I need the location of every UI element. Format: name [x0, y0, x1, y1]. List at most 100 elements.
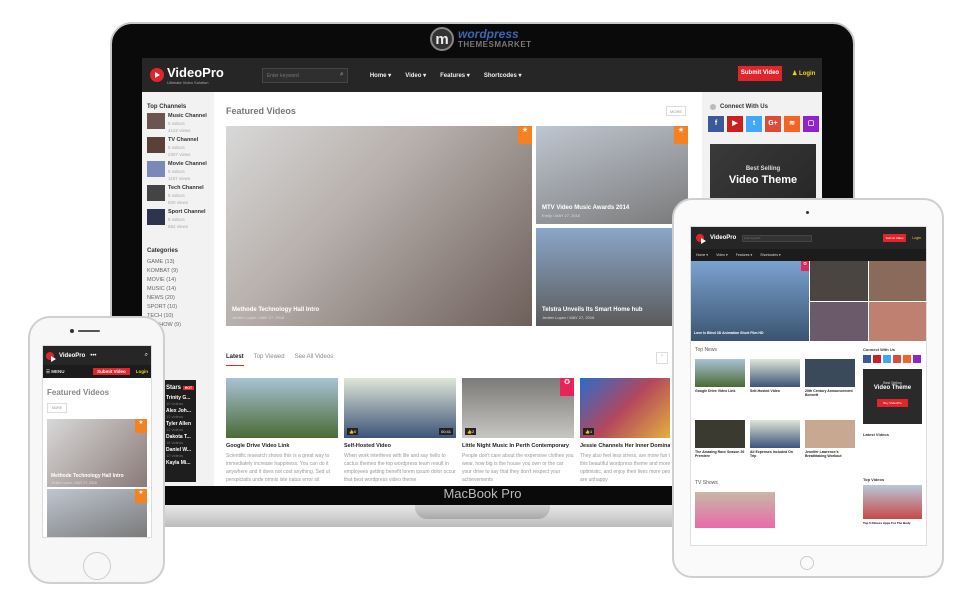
video-thumb[interactable] [226, 378, 338, 438]
video-title[interactable]: 20th Century Announcement Bonnett [805, 389, 855, 397]
nav-video[interactable]: Video ▾ [716, 253, 728, 257]
facebook-icon[interactable] [863, 355, 871, 363]
more-dots-icon[interactable]: ••• [90, 353, 96, 359]
top-video-thumb[interactable] [863, 485, 922, 519]
video-thumb[interactable]: 👍1 [580, 378, 670, 438]
video-title[interactable]: Methode Technology Hall Intro [51, 473, 124, 479]
video-title[interactable]: Google Drive Video Link [695, 389, 745, 393]
video-title[interactable]: Top 5 Fitness Apps For The Body [863, 521, 922, 525]
youtube-icon[interactable] [873, 355, 881, 363]
submit-video-button[interactable]: Submit Video [93, 368, 130, 375]
twitch-icon[interactable] [913, 355, 921, 363]
rss-icon[interactable]: ≋ [784, 116, 800, 132]
hero-video[interactable]: ✪ Love Is Blind 3D Animation Short Film … [691, 261, 809, 341]
menu-button[interactable]: ☰ MENU [46, 369, 65, 375]
channel-item[interactable]: TV Channel 8 videos 2307 views [147, 137, 214, 158]
search-icon[interactable]: ⌕ [340, 71, 344, 79]
video-thumb[interactable]: ✪ 👍2 [462, 378, 574, 438]
featured-video-main[interactable]: ★ Methode Technology Hall Intro Jenifer L… [226, 126, 532, 326]
nav-features[interactable]: Features ▾ [440, 72, 470, 79]
submit-video-button[interactable]: Submit Video [882, 234, 907, 242]
tv-show-thumb[interactable] [695, 492, 775, 528]
channel-thumb [147, 113, 165, 129]
twitch-icon[interactable]: ▢ [803, 116, 819, 132]
hero-thumb[interactable] [810, 301, 868, 341]
nav-home[interactable]: Home ▾ [370, 72, 391, 79]
category-link[interactable]: TECH (10) [147, 312, 214, 321]
category-link[interactable]: MOVIE (14) [147, 276, 214, 285]
video-title[interactable]: All Expenses Included On Trip [750, 450, 800, 458]
video-thumb[interactable] [805, 359, 855, 387]
nav-shortcodes[interactable]: Shortcodes ▾ [484, 72, 522, 79]
video-title[interactable]: Self-Hosted Video [750, 389, 800, 393]
tab-top-viewed[interactable]: Top Viewed [254, 354, 285, 366]
video-thumb[interactable] [695, 420, 745, 448]
category-link[interactable]: GAME (13) [147, 258, 214, 267]
search-input[interactable]: Enter keyword [742, 234, 813, 242]
twitter-icon[interactable]: t [746, 116, 762, 132]
video-title[interactable]: Methode Technology Hall Intro [232, 307, 319, 313]
category-link[interactable]: MUSIC (14) [147, 285, 214, 294]
buy-button[interactable]: Buy VideoPro [877, 399, 908, 407]
video-thumb[interactable] [695, 359, 745, 387]
video-title[interactable]: The Amazing Race Season 26 Premiere [695, 450, 745, 458]
twitter-icon[interactable] [883, 355, 891, 363]
facebook-icon[interactable]: f [708, 116, 724, 132]
star-name[interactable]: Kayla Mi... [166, 460, 196, 466]
rss-icon[interactable] [903, 355, 911, 363]
nav-features[interactable]: Features ▾ [736, 253, 753, 257]
tab-see-all[interactable]: See All Videos [295, 354, 334, 366]
video-thumb[interactable]: 👍0 00:41 [344, 378, 456, 438]
featured-video-side[interactable]: ★ MTV Video Music Awards 2014 Emily / MAY… [536, 126, 688, 224]
video-thumb[interactable] [750, 420, 800, 448]
featured-video[interactable]: ★ [47, 489, 147, 537]
category-link[interactable]: KOMBAT (9) [147, 267, 214, 276]
hero-thumb[interactable] [868, 301, 926, 341]
search-placeholder: Enter keyword [266, 72, 299, 79]
channel-item[interactable]: Tech Channel 8 videos 920 views [147, 185, 214, 206]
more-button[interactable]: MORE [666, 106, 686, 116]
channel-item[interactable]: Movie Channel 8 videos 1157 views [147, 161, 214, 182]
video-thumb[interactable] [750, 359, 800, 387]
tab-latest[interactable]: Latest [226, 354, 244, 366]
category-link[interactable]: NEWS (20) [147, 294, 214, 303]
search-input[interactable]: Enter keyword ⌕ [261, 67, 348, 83]
nav-video[interactable]: Video ▾ [405, 72, 426, 79]
search-icon[interactable]: ⌕ [145, 352, 148, 359]
video-title[interactable]: Jennifer Lawrence's Breathtaking Workout [805, 450, 855, 458]
hero-thumb[interactable] [810, 261, 868, 301]
video-title[interactable]: Self-Hosted Video [344, 443, 456, 449]
video-card[interactable]: ✪ 👍2 Little Night Music In Perth Contemp… [462, 378, 574, 484]
menu-label: MENU [51, 368, 65, 374]
video-thumb[interactable] [805, 420, 855, 448]
video-card[interactable]: 👍1 Jessie Channels Her Inner Dominatrix … [580, 378, 670, 484]
login-link[interactable]: ♟ Login [792, 70, 815, 77]
video-card[interactable]: Google Drive Video Link Scientific resea… [226, 378, 338, 484]
youtube-icon[interactable]: ▶ [727, 116, 743, 132]
video-card[interactable]: 👍0 00:41 Self-Hosted Video When work int… [344, 378, 456, 484]
nav-home[interactable]: Home ▾ [696, 253, 708, 257]
video-title[interactable]: MTV Video Music Awards 2014 [542, 205, 629, 211]
channel-views: 652 views [168, 224, 189, 229]
video-title[interactable]: Jessie Channels Her Inner Dominatrix [580, 443, 670, 449]
video-title[interactable]: Google Drive Video Link [226, 443, 338, 449]
prev-button[interactable]: ‹ [656, 352, 668, 364]
google-plus-icon[interactable] [893, 355, 901, 363]
site-logo[interactable]: VideoPro Ultimate Video Solution [150, 65, 224, 85]
featured-video-side[interactable]: Telstra Unveils Its Smart Home hub Jenife… [536, 228, 688, 326]
login-link[interactable]: Login [136, 369, 148, 374]
login-link[interactable]: Login [912, 236, 921, 240]
featured-video[interactable]: ★ Methode Technology Hall Intro Jenifer … [47, 419, 147, 487]
channel-item[interactable]: Sport Channel 8 videos 652 views [147, 209, 214, 230]
nav-shortcodes[interactable]: Shortcodes ▾ [760, 253, 780, 257]
video-title[interactable]: Telstra Unveils Its Smart Home hub [542, 307, 643, 313]
video-title[interactable]: Little Night Music In Perth Contemporary [462, 443, 574, 449]
ad-banner[interactable]: Best Selling Video Theme Buy VideoPro [863, 369, 922, 424]
more-button[interactable]: MORE [47, 403, 67, 413]
hero-thumb[interactable] [868, 261, 926, 301]
channel-item[interactable]: Music Channel 8 videos 4122 views [147, 113, 214, 134]
category-link[interactable]: SPORT (10) [147, 303, 214, 312]
submit-video-button[interactable]: Submit Video [738, 66, 782, 81]
channel-name: Sport Channel [168, 209, 206, 215]
google-plus-icon[interactable]: G+ [765, 116, 781, 132]
